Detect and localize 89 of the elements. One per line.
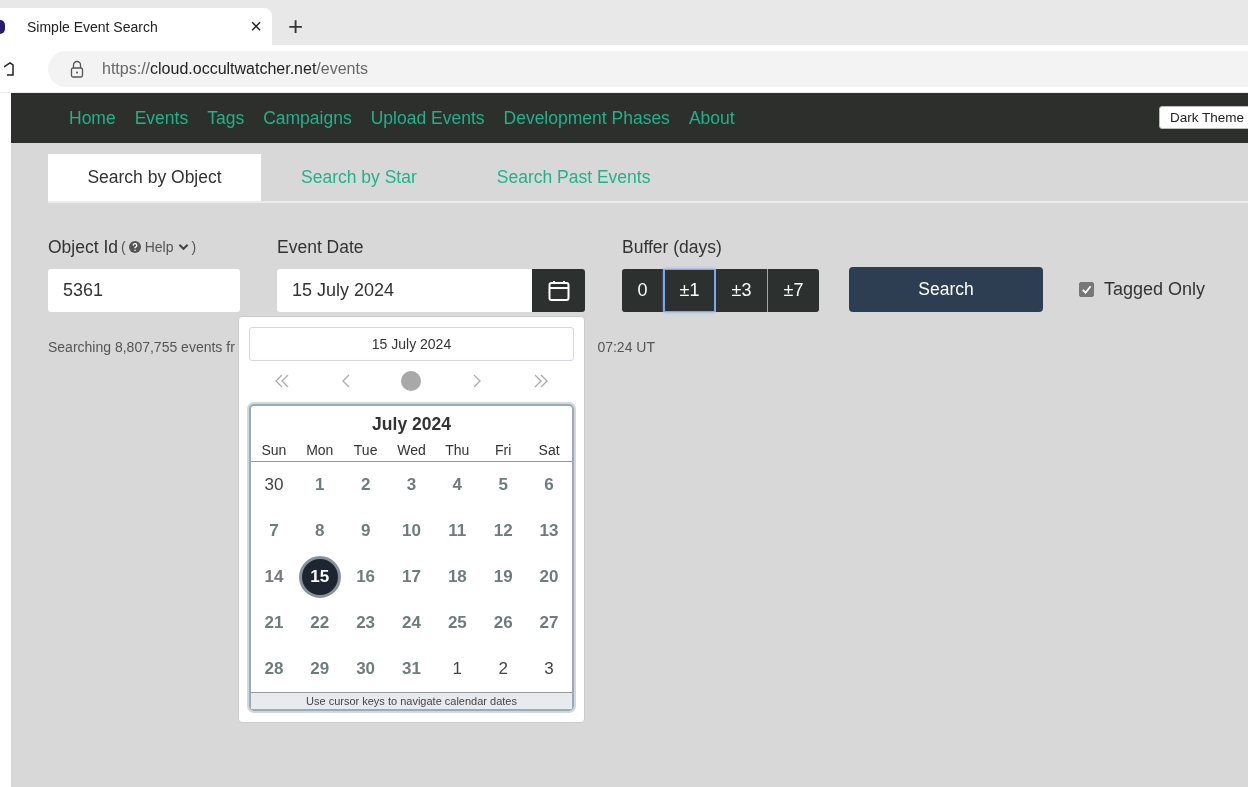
nav-link[interactable]: About (688, 107, 735, 129)
previous-month-icon[interactable] (340, 373, 351, 389)
calendar-day[interactable]: 7 (252, 510, 295, 552)
tagged-only-label: Tagged Only (1104, 279, 1206, 300)
weekday-label: Thu (444, 442, 471, 458)
calendar-day[interactable]: 17 (390, 556, 433, 598)
calendar-day[interactable]: 31 (390, 648, 433, 690)
calendar-day[interactable]: 8 (298, 510, 341, 552)
calendar-day[interactable]: 1 (436, 648, 479, 690)
browser-tab[interactable]: Simple Event Search × (0, 8, 272, 45)
calendar-day[interactable]: 13 (528, 510, 571, 552)
calendar-button[interactable] (532, 269, 585, 312)
favicon-icon (0, 19, 5, 34)
calendar-day[interactable]: 23 (344, 602, 387, 644)
event-date-field[interactable]: 15 July 2024 (277, 269, 532, 312)
calendar-day[interactable]: 22 (298, 602, 341, 644)
calendar-day[interactable]: 2 (482, 648, 525, 690)
status-text: Searching 8,807,755 events fr (48, 339, 235, 355)
nav-link[interactable]: Home (69, 107, 116, 129)
calendar-day[interactable]: 29 (298, 648, 341, 690)
search-button[interactable]: Search (849, 267, 1043, 312)
calendar-day[interactable]: 19 (482, 556, 525, 598)
selected-date-field: 15 July 2024 (249, 327, 574, 361)
next-month-icon[interactable] (472, 373, 483, 389)
lock-icon (70, 59, 84, 78)
calendar-day[interactable]: 16 (344, 556, 387, 598)
weekday-label: Tue (352, 442, 379, 458)
previous-year-icon[interactable] (274, 373, 291, 389)
paren-text: ( (121, 239, 126, 255)
object-id-label: Object Id (48, 237, 119, 257)
calendar-hint: Use cursor keys to navigate calendar dates (251, 692, 572, 709)
url-text: https://cloud.occultwatcher.net/events (102, 59, 368, 78)
nav-link[interactable]: Events (134, 107, 189, 129)
buffer-button[interactable]: 0 (622, 269, 663, 312)
weekday-label: Fri (494, 442, 513, 458)
calendar-day[interactable]: 26 (482, 602, 525, 644)
tagged-only-checkbox[interactable] (1079, 282, 1094, 297)
calendar-day[interactable]: 5 (482, 464, 525, 506)
calendar-day[interactable]: 15 (298, 556, 341, 598)
calendar-day[interactable]: 25 (436, 602, 479, 644)
buffer-button[interactable]: ±3 (716, 269, 767, 312)
dark-theme-button[interactable]: Dark Theme (1159, 106, 1248, 129)
month-title: July 2024 (371, 413, 452, 436)
help-icon (128, 241, 141, 253)
calendar-day[interactable]: 6 (528, 464, 571, 506)
calendar-day[interactable]: 20 (528, 556, 571, 598)
event-date-label: Event Date (277, 237, 365, 257)
paren-text: ) (191, 239, 197, 255)
calendar-day[interactable]: 12 (482, 510, 525, 552)
help-link[interactable]: Help (128, 239, 189, 255)
weekday-label: Sat (537, 442, 561, 458)
calendar-day[interactable]: 4 (436, 464, 479, 506)
close-tab-button[interactable]: × (250, 15, 262, 38)
new-tab-button[interactable]: + (288, 11, 304, 42)
buffer-button[interactable]: ±7 (768, 269, 819, 312)
today-icon[interactable] (401, 371, 422, 391)
calendar-day[interactable]: 11 (436, 510, 479, 552)
weekday-label: Mon (305, 442, 335, 458)
buffer-button[interactable]: ±1 (664, 269, 715, 312)
buffer-label: Buffer (days) (622, 237, 723, 257)
weekday-label: Sun (260, 442, 288, 458)
weekday-label: Wed (396, 442, 427, 458)
calendar-day[interactable]: 18 (436, 556, 479, 598)
nav-link[interactable]: Campaigns (263, 107, 352, 129)
home-icon[interactable] (4, 60, 14, 77)
calendar-day[interactable]: 28 (252, 648, 295, 690)
nav-link[interactable]: Development Phases (503, 107, 670, 129)
calendar-day[interactable]: 3 (528, 648, 571, 690)
nav-link[interactable]: Upload Events (370, 107, 485, 129)
next-year-icon[interactable] (532, 373, 549, 389)
calendar-icon (547, 279, 570, 302)
chevron-down-icon (177, 243, 189, 251)
tab-title: Simple Event Search (27, 18, 159, 35)
calendar-day[interactable]: 30 (344, 648, 387, 690)
search-tab[interactable]: Search by Object (48, 154, 261, 201)
object-id-field[interactable]: 5361 (48, 269, 240, 312)
calendar-day[interactable]: 2 (344, 464, 387, 506)
calendar-day[interactable]: 3 (390, 464, 433, 506)
calendar-day[interactable]: 9 (344, 510, 387, 552)
nav-link[interactable]: Tags (207, 107, 245, 129)
calendar-day[interactable]: 27 (528, 602, 571, 644)
address-bar[interactable]: https://cloud.occultwatcher.net/events (48, 50, 1248, 87)
calendar-day[interactable]: 21 (252, 602, 295, 644)
calendar-day[interactable]: 30 (252, 464, 295, 506)
calendar-day[interactable]: 10 (390, 510, 433, 552)
calendar-day[interactable]: 24 (390, 602, 433, 644)
calendar-day[interactable]: 14 (252, 556, 295, 598)
status-text: 07:24 UT (597, 339, 655, 355)
calendar-day[interactable]: 1 (298, 464, 341, 506)
